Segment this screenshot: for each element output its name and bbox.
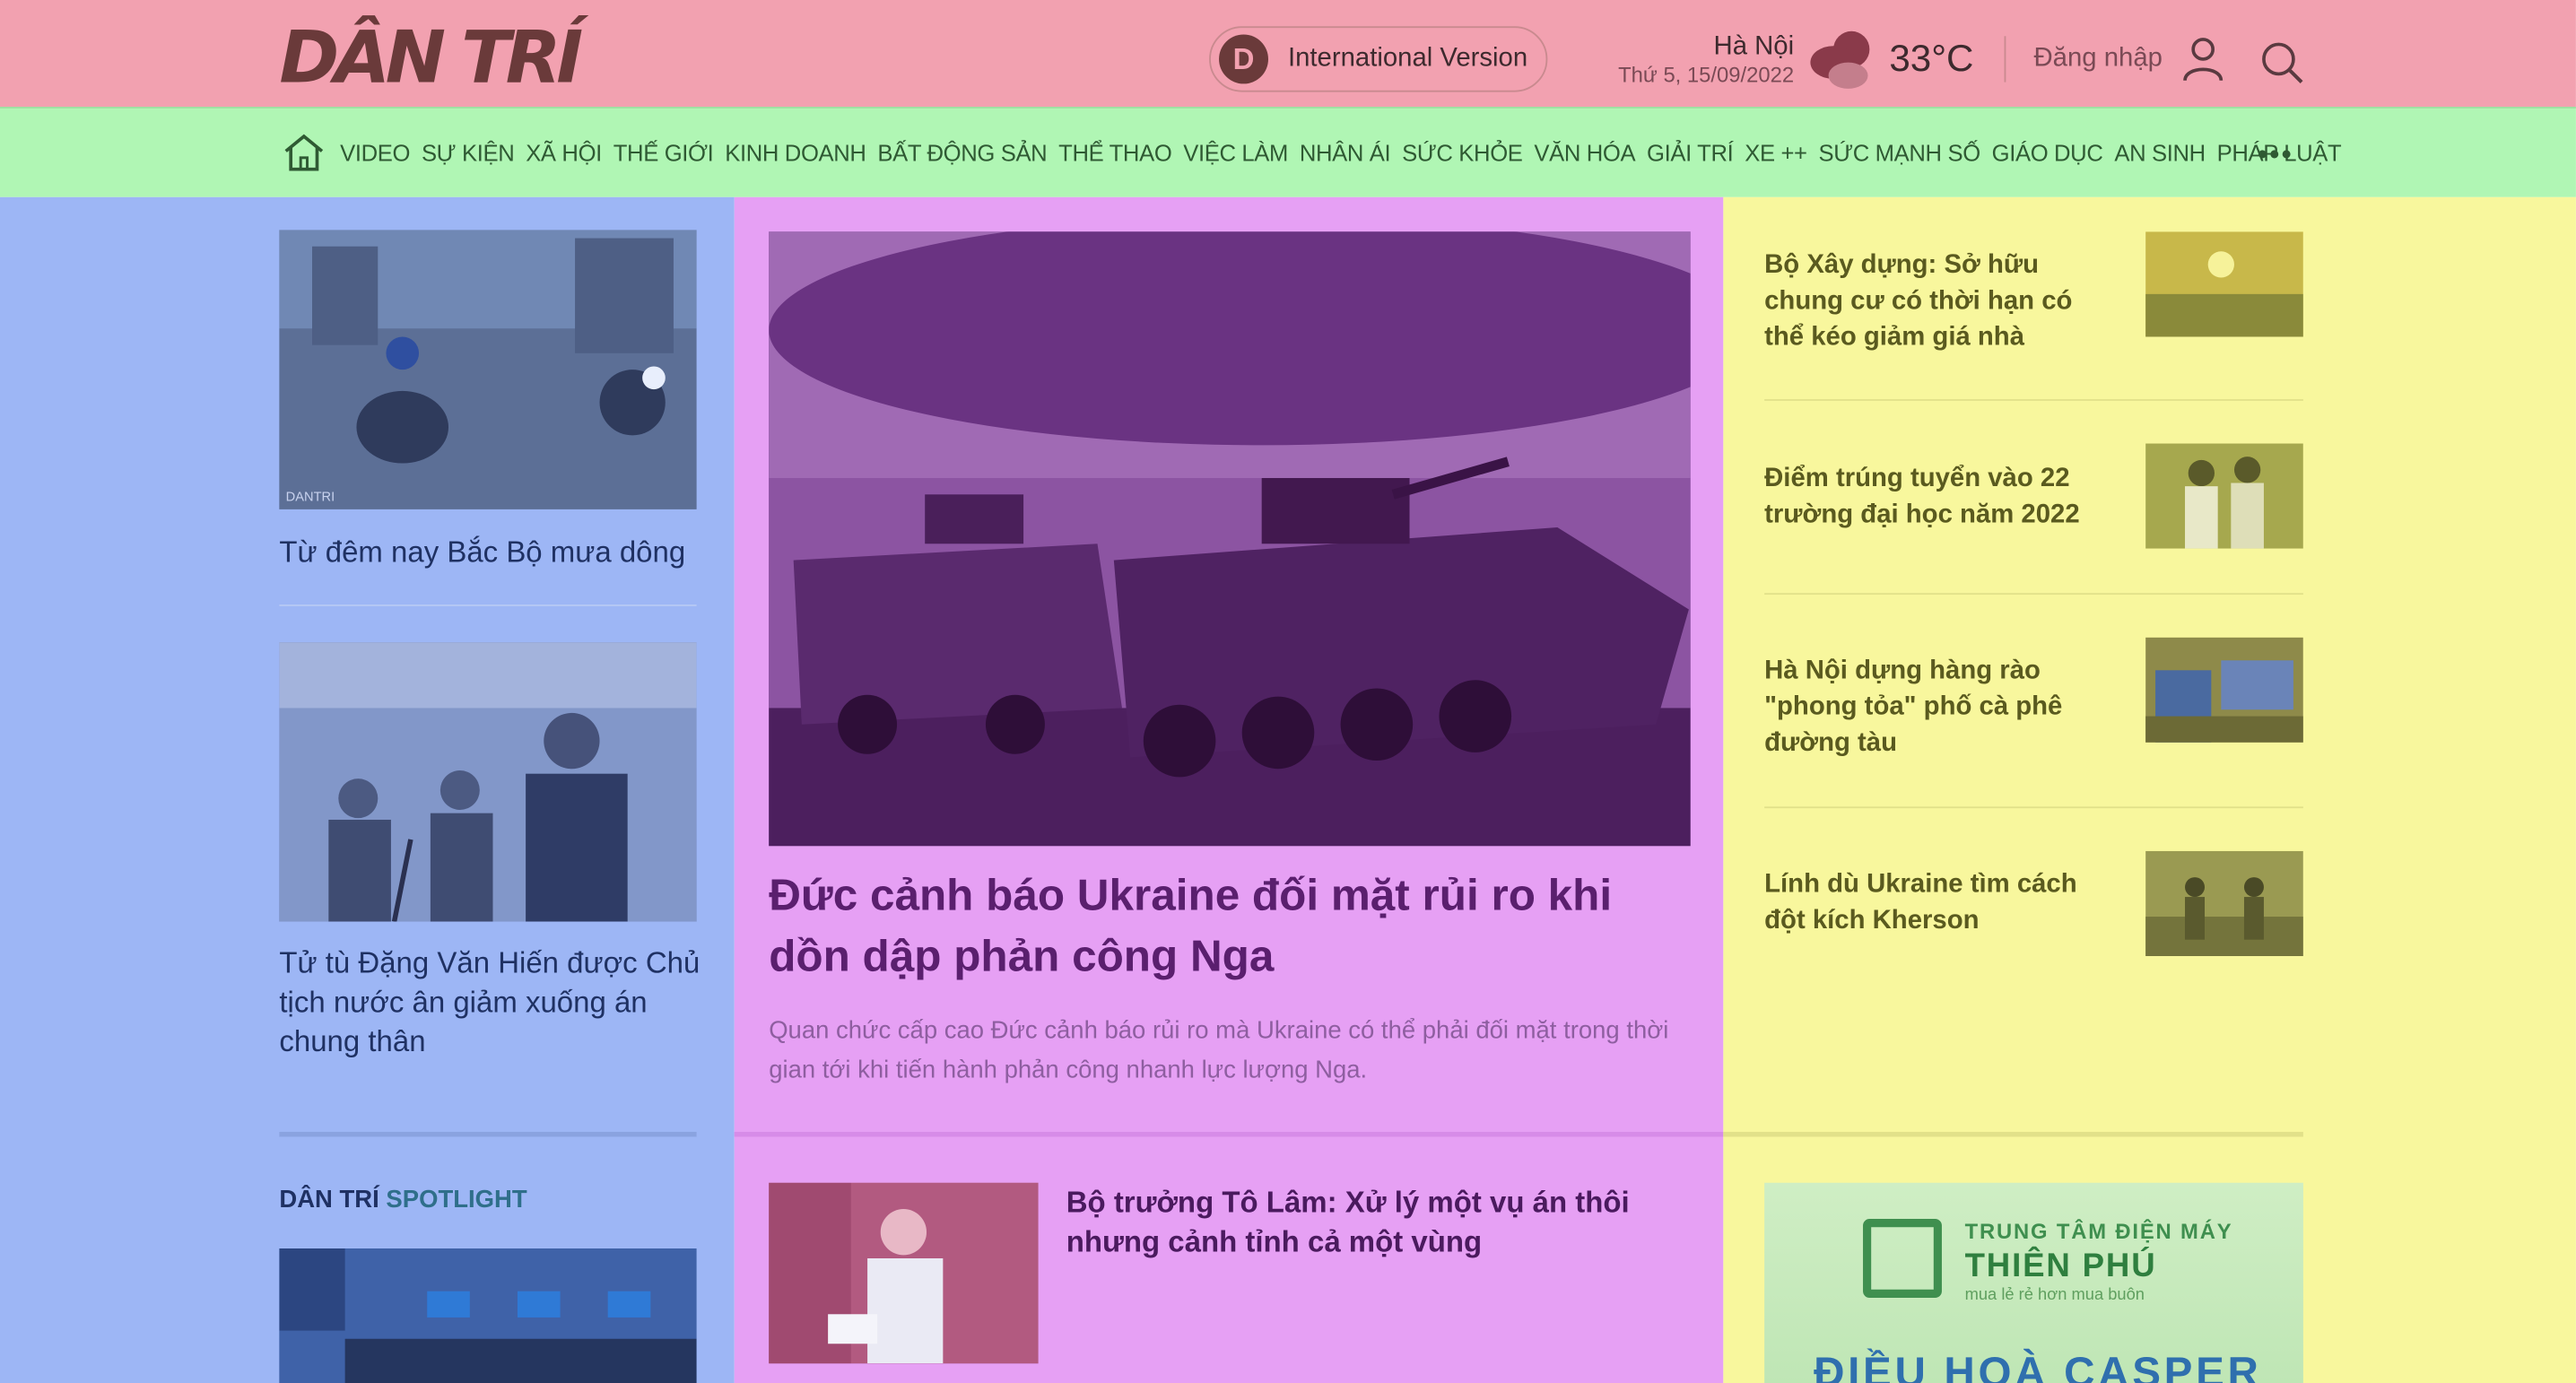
- site-logo[interactable]: DÂN TRÍ: [279, 19, 583, 99]
- ad-store-name: THIÊN PHÚ: [1964, 1248, 2157, 1285]
- sidebar-story-thumbnail[interactable]: [2145, 443, 2303, 549]
- login-link[interactable]: Đăng nhập: [2034, 44, 2163, 74]
- header-divider: [2004, 36, 2006, 83]
- story-title-death-row[interactable]: Tử tù Đặng Văn Hiến được Chủ tịch nước â…: [279, 943, 706, 1061]
- international-version-button[interactable]: D International Version: [1209, 26, 1548, 92]
- nav-item-xe[interactable]: XE ++: [1745, 140, 1807, 166]
- sidebar-story-title[interactable]: Bộ Xây dựng: Sở hữu chung cư có thời hạn…: [1764, 248, 2110, 357]
- story-thumbnail-court[interactable]: [279, 642, 697, 922]
- students-illustration: [2145, 443, 2303, 549]
- international-version-label: International Version: [1287, 44, 1528, 73]
- hero-image[interactable]: [769, 231, 1691, 847]
- ad-slogan: mua lẻ rẻ hơn mua buôn: [1964, 1286, 2145, 1305]
- nav-item-the-gioi[interactable]: THẾ GIỚI: [614, 140, 714, 166]
- search-icon[interactable]: [2258, 39, 2304, 85]
- site-header: DÂN TRÍ D International Version Hà Nội T…: [0, 0, 2576, 108]
- temperature: 33°C: [1889, 36, 1974, 79]
- story-thumbnail-minister[interactable]: [769, 1182, 1039, 1364]
- armored-vehicles-illustration: [769, 231, 1691, 847]
- nav-item-suc-khoe[interactable]: SỨC KHỎE: [1402, 140, 1523, 166]
- advertiser-logo-icon: [1863, 1219, 1942, 1298]
- city-sunset-illustration: [2145, 231, 2303, 337]
- sidebar-separator: [1764, 399, 2303, 401]
- right-column: Bộ Xây dựng: Sở hữu chung cư có thời hạn…: [1723, 196, 2576, 1383]
- advertisement-banner[interactable]: TRUNG TÂM ĐIỆN MÁY THIÊN PHÚ mua lẻ rẻ h…: [1764, 1182, 2303, 1383]
- sidebar-story-title[interactable]: Lính dù Ukraine tìm cách đột kích Kherso…: [1764, 867, 2110, 940]
- ad-store-type: TRUNG TÂM ĐIỆN MÁY: [1964, 1219, 2233, 1244]
- sidebar-story-thumbnail[interactable]: [2145, 231, 2303, 337]
- nav-item-nhan-ai[interactable]: NHÂN ÁI: [1300, 140, 1391, 166]
- spotlight-heading[interactable]: DÂN TRÍ SPOTLIGHT: [279, 1186, 527, 1213]
- nav-item-kinh-doanh[interactable]: KINH DOANH: [725, 140, 866, 166]
- barrier-illustration: [2145, 637, 2303, 743]
- sidebar-separator: [1764, 806, 2303, 809]
- story-title-rain[interactable]: Từ đêm nay Bắc Bộ mưa dông: [279, 532, 706, 571]
- main-navigation: VIDEO SỰ KIỆN XÃ HỘI THẾ GIỚI KINH DOANH…: [0, 107, 2576, 197]
- ad-product: ĐIỀU HOÀ CASPER: [1814, 1346, 2262, 1383]
- nav-item-the-thao[interactable]: THỂ THAO: [1058, 140, 1172, 166]
- nav-item-giao-duc[interactable]: GIÁO DỤC: [1992, 140, 2103, 166]
- spotlight-prefix: DÂN TRÍ: [279, 1186, 379, 1214]
- nav-more-menu[interactable]: •••: [2258, 138, 2293, 172]
- home-icon[interactable]: [283, 132, 326, 175]
- story-title-minister[interactable]: Bộ trưởng Tô Lâm: Xử lý một vụ án thôi n…: [1066, 1183, 1658, 1262]
- rain-scene-illustration: DANTRI: [279, 230, 697, 509]
- nav-item-bat-dong-san[interactable]: BẤT ĐỘNG SẢN: [877, 140, 1047, 166]
- dantri-badge-icon: D: [1219, 34, 1268, 84]
- courtroom-illustration: [279, 642, 697, 922]
- nav-item-xa-hoi[interactable]: XÃ HỘI: [526, 140, 602, 166]
- nav-item-viec-lam[interactable]: VIỆC LÀM: [1183, 140, 1288, 166]
- section-separator: [1723, 1131, 2303, 1137]
- soldiers-illustration: [2145, 850, 2303, 956]
- spotlight-suffix: SPOTLIGHT: [386, 1186, 527, 1214]
- spotlight-thumbnail[interactable]: [279, 1248, 697, 1383]
- section-separator: [734, 1131, 1724, 1137]
- sidebar-separator: [1764, 593, 2303, 596]
- nav-item-suc-manh-so[interactable]: SỨC MẠNH SỐ: [1818, 140, 1980, 166]
- nav-item-video[interactable]: VIDEO: [340, 140, 410, 166]
- current-date: Thứ 5, 15/09/2022: [1618, 62, 1795, 88]
- weather-cloudy-icon: [1810, 30, 1870, 89]
- nav-item-su-kien[interactable]: SỰ KIỆN: [422, 140, 515, 166]
- section-separator: [279, 1131, 697, 1137]
- headline-summary: Quan chức cấp cao Đức cảnh báo rủi ro mà…: [769, 1016, 1669, 1084]
- left-column: DANTRI Từ đêm nay Bắc Bộ mưa dông Tử tù …: [0, 196, 735, 1383]
- story-thumbnail-rain[interactable]: DANTRI: [279, 230, 697, 509]
- main-column: Đức cảnh báo Ukraine đối mặt rủi ro khi …: [734, 196, 1724, 1383]
- user-icon[interactable]: [2181, 36, 2224, 82]
- story-separator: [279, 605, 697, 606]
- sidebar-story-thumbnail[interactable]: [2145, 850, 2303, 956]
- traffic-scene-illustration: [279, 1248, 697, 1383]
- nav-item-van-hoa[interactable]: VĂN HÓA: [1534, 140, 1635, 166]
- sidebar-story-title[interactable]: Hà Nội dựng hàng rào "phong tỏa" phố cà …: [1764, 654, 2110, 762]
- nav-item-giai-tri[interactable]: GIẢI TRÍ: [1647, 140, 1734, 166]
- sidebar-story-title[interactable]: Điểm trúng tuyển vào 22 trường đại học n…: [1764, 462, 2110, 535]
- minister-illustration: [769, 1182, 1039, 1364]
- thumbnail-watermark: DANTRI: [286, 491, 335, 505]
- sidebar-story-thumbnail[interactable]: [2145, 637, 2303, 743]
- headline-title[interactable]: Đức cảnh báo Ukraine đối mặt rủi ro khi …: [769, 865, 1705, 987]
- weather-city: Hà Nội: [1713, 32, 1795, 61]
- nav-item-an-sinh[interactable]: AN SINH: [2114, 140, 2206, 166]
- nav-items: VIDEO SỰ KIỆN XÃ HỘI THẾ GIỚI KINH DOANH…: [340, 140, 2353, 166]
